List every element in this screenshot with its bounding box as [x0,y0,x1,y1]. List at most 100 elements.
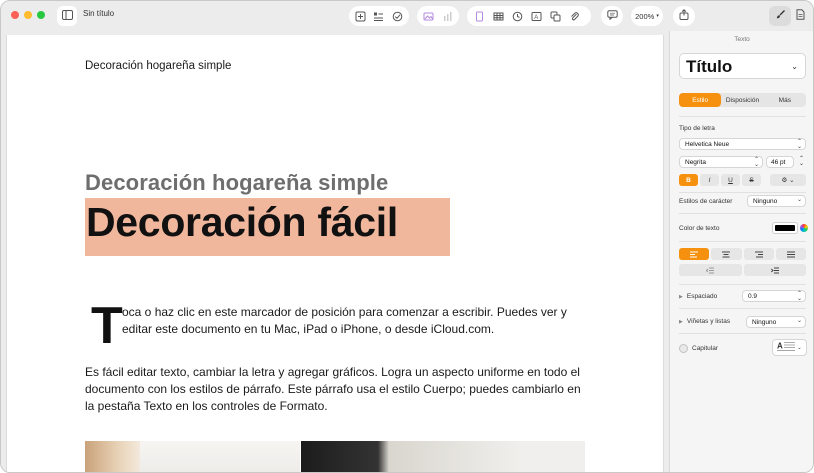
document-title: Sin título [83,9,115,18]
align-center-icon [722,251,731,257]
bullets-label: Viñetas y listas [686,318,731,325]
disclosure-triangle-icon: ▶ [679,294,683,300]
document-title-text[interactable]: Decoración fácil [86,199,398,246]
increase-indent-button[interactable] [743,264,806,276]
chevron-down-icon: ⌄ [791,62,798,71]
dropcap-style-button[interactable]: A ⌄ [772,339,807,356]
gallery-image-3[interactable] [301,441,521,472]
font-size-field[interactable]: 46 pt [766,156,794,168]
format-inspector: Texto Título ⌄ Estilo Disposición Más Ti… [669,31,813,472]
body-paragraph-1[interactable]: oca o haz clic en este marcador de posic… [122,304,572,338]
gallery-image-2[interactable] [140,441,300,472]
sidebar-icon [61,7,73,25]
bars-icon[interactable] [440,8,456,24]
paragraph-style-select[interactable]: Título ⌄ [679,53,806,79]
text-icon[interactable] [471,8,487,24]
close-window-button[interactable] [11,11,19,19]
color-swatch [775,225,795,231]
gear-icon: ⚙ ⌄ [781,177,795,184]
table-icon[interactable] [490,8,506,24]
chevron-down-icon: ⌄ [796,197,802,203]
comment-button[interactable] [601,6,623,26]
font-weight-value: Negrita [685,158,706,166]
list-icon[interactable] [371,8,386,24]
divider [679,116,806,117]
updown-icon: ⌃ ⌄ [796,139,802,150]
font-family-value: Helvetica Neue [685,140,730,148]
align-center-button[interactable] [711,248,742,260]
italic-button[interactable]: I [700,174,719,186]
chevron-down-icon: ⌄ [797,344,802,351]
zoom-window-button[interactable] [37,11,45,19]
share-button[interactable] [673,6,695,26]
color-wheel-icon[interactable] [800,224,808,232]
dropcap-style-icon: A [777,341,796,354]
document-canvas[interactable]: Decoración hogareña simple Decoración ho… [1,31,669,472]
tab-estilo[interactable]: Estilo [679,93,722,107]
sidebar-toggle-button[interactable] [57,6,77,26]
char-styles-label: Estilos de carácter [679,198,733,205]
drop-cap[interactable]: T [91,300,123,352]
image-gallery[interactable] [85,441,585,472]
divider [679,284,806,285]
app-window: Sin título A 200% ▾ Decoración hogareña … [0,0,814,473]
text-color-label: Color de texto [679,225,720,232]
check-icon[interactable] [390,8,405,24]
stepper-icon: ⌃ ⌄ [798,156,805,167]
font-family-select[interactable]: Helvetica Neue ⌃ ⌄ [679,138,806,150]
add-page-icon[interactable] [353,8,368,24]
media-icon[interactable] [421,8,437,24]
align-right-icon [754,251,763,257]
decrease-indent-button[interactable] [679,264,742,276]
divider [679,308,806,309]
shape-icon[interactable] [547,8,563,24]
inspector-tabs: Estilo Disposición Más [679,93,806,107]
brush-icon [775,7,786,25]
bold-button[interactable]: B [679,174,698,186]
underline-button[interactable]: U [721,174,740,186]
textbox-icon[interactable]: A [528,8,544,24]
zoom-select[interactable]: 200% ▾ [631,6,663,26]
bullets-select[interactable]: Ninguno ⌄ [746,316,806,328]
bullets-disclosure[interactable]: ▶ Viñetas y listas [679,318,730,325]
text-options-button[interactable]: ⚙ ⌄ [770,174,806,186]
tab-mas[interactable]: Más [764,93,806,107]
document-button[interactable] [793,6,807,26]
divider [679,192,806,193]
format-button[interactable] [769,6,791,26]
toolbar: Sin título A 200% ▾ [1,1,813,31]
dropcap-checkbox[interactable] [679,344,688,353]
align-right-button[interactable] [743,248,774,260]
font-weight-select[interactable]: Negrita ⌃ ⌄ [679,156,763,168]
spacing-value: 0.9 [748,292,758,300]
dropcap-label: Capitular [692,345,719,352]
page-header[interactable]: Decoración hogareña simple [85,60,231,72]
gallery-image-1[interactable] [85,441,140,472]
document-subtitle[interactable]: Decoración hogareña simple [85,170,388,196]
char-styles-select[interactable]: Ninguno ⌄ [747,195,806,207]
inspector-section-title: Texto [734,36,750,43]
strikethrough-button[interactable]: S [742,174,761,186]
text-color-well[interactable] [772,222,798,234]
body-paragraph-2[interactable]: Es fácil editar texto, cambiar la letra … [85,364,585,415]
outdent-icon [706,267,715,273]
insert-group-3: A [467,6,591,26]
gallery-image-4[interactable] [521,441,585,472]
comment-icon [606,7,618,25]
document-icon [796,7,805,25]
font-size-stepper[interactable]: ⌃ ⌄ [797,156,806,168]
zoom-value: 200% [635,11,655,21]
align-left-button[interactable] [679,248,710,260]
updown-icon: ⌃ ⌄ [796,291,802,302]
minimize-window-button[interactable] [24,11,32,19]
svg-text:A: A [777,342,783,351]
paperclip-icon[interactable] [566,8,582,24]
clock-icon[interactable] [509,8,525,24]
justify-button[interactable] [775,248,806,260]
tab-disposicion[interactable]: Disposición [721,93,763,107]
chevron-down-icon: ⌄ [796,318,802,324]
spacing-disclosure[interactable]: ▶ Espaciado [679,293,717,300]
spacing-select[interactable]: 0.9 ⌃ ⌄ [742,290,806,302]
divider [679,213,806,214]
document-page[interactable]: Decoración hogareña simple Decoración ho… [6,35,664,472]
